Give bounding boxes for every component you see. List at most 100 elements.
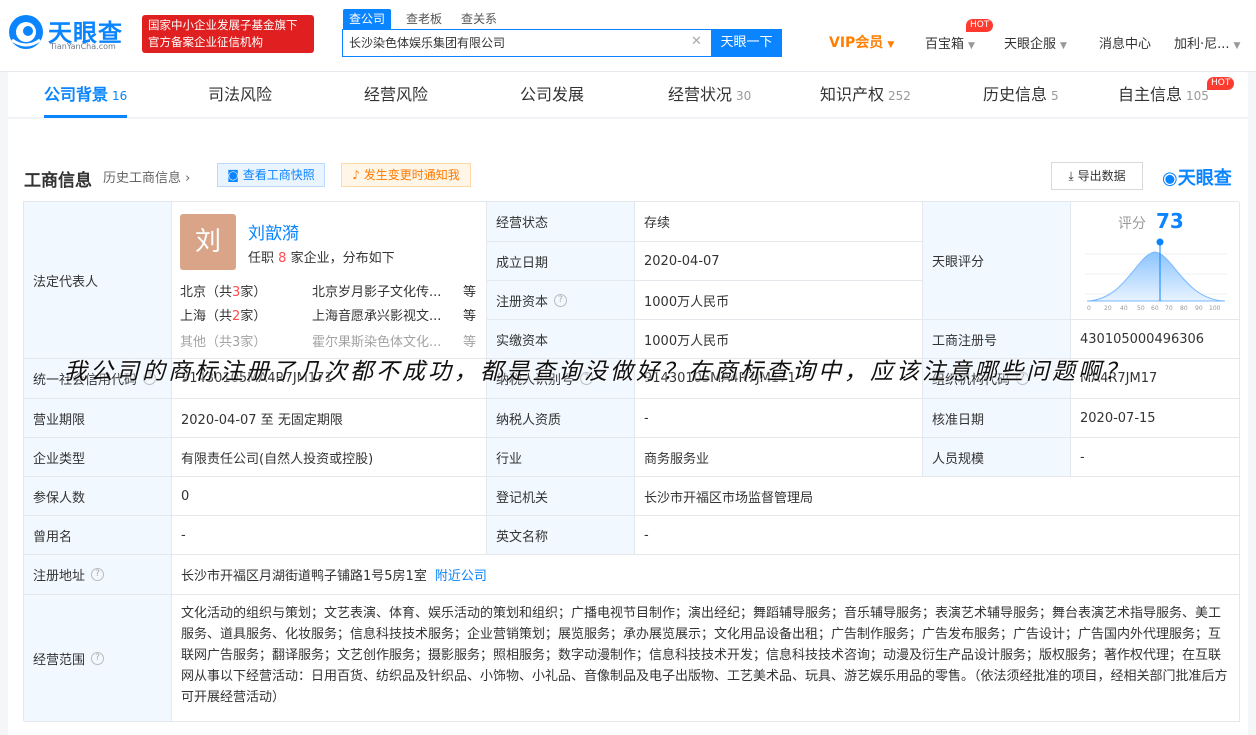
tab-legal-risk[interactable]: 司法风险 [208,72,272,118]
help-icon[interactable]: ? [554,293,568,307]
tianyancha-logo[interactable]: 天眼查 TianYanCha.com [8,12,132,54]
tab-development[interactable]: 公司发展 [520,72,584,118]
chevron-right-icon: › [185,171,191,186]
value-status: 存续 [635,202,923,242]
label-term: 营业期限 [24,399,172,438]
city-beijing[interactable]: 北京（共3家） [180,281,266,300]
score-tick: 80 [1180,305,1188,312]
score-tick: 60 [1151,305,1159,312]
company-tabs: 公司背景 16 司法风险 经营风险 公司发展 经营状况 30 知识产权 252 历史信… [8,72,1248,118]
notify-button[interactable]: ♪ 发生变更时通知我 [341,163,471,187]
search-input[interactable]: 长沙染色体娱乐集团有限公司 [349,30,679,56]
chevron-down-icon: ▼ [1060,41,1067,51]
snapshot-label: 查看工商快照 [242,168,315,182]
label-approve-date: 核准日期 [923,399,1071,438]
city-other[interactable]: 其他（共3家） [180,331,266,350]
tab-count: 5 [1051,89,1059,103]
scope-label-text: 经营范围 [33,652,86,668]
tab-count: 30 [736,89,752,103]
legal-rep-name[interactable]: 刘歆漪 [248,219,299,244]
label-status: 经营状态 [487,202,635,242]
company-link[interactable]: 北京岁月影子文化传... [312,281,441,300]
baibaoxiang-menu[interactable]: 百宝箱 ▼ [925,33,975,52]
label-former-name: 曾用名 [24,516,172,555]
tab-count: 16 [112,89,128,103]
enterprise-label: 天眼企服 [1004,37,1057,52]
value-former-name: - [172,516,487,555]
snapshot-button[interactable]: ◙ 查看工商快照 [217,163,325,187]
city-name: 上海 [180,309,207,324]
label-legal-rep: 法定代表人 [24,202,172,359]
camera-icon: ◙ [227,168,239,182]
eye-logo-icon: ◉ [1162,168,1178,189]
label-authority: 登记机关 [487,477,635,516]
value-founded: 2020-04-07 [635,242,923,281]
tab-ip[interactable]: 知识产权 252 [820,72,911,118]
hot-badge: HOT [966,19,994,32]
history-link[interactable]: 历史工商信息 › [103,167,190,186]
nearby-companies-link[interactable]: 附近公司 [435,565,487,584]
search-tab-boss[interactable]: 查老板 [406,9,442,29]
value-approve-date: 2020-07-15 [1071,399,1240,438]
tab-operation-risk[interactable]: 经营风险 [364,72,428,118]
city-count: 2 [232,309,241,324]
message-center[interactable]: 消息中心 [1099,33,1151,52]
tab-background[interactable]: 公司背景 16 [44,72,128,118]
city-name: 北京 [180,285,207,300]
value-industry: 商务服务业 [635,438,923,477]
tab-count: 252 [888,89,911,103]
label-staff-size: 人员规模 [923,438,1071,477]
tab-history[interactable]: 历史信息 5 [983,72,1059,118]
tab-operation-status[interactable]: 经营状况 30 [668,72,751,118]
vip-label: VIP会员 [829,35,884,51]
city-count: 3 [232,335,241,350]
city-shanghai[interactable]: 上海（共2家） [180,305,266,324]
tab-self-info[interactable]: 自主信息 105 [1118,72,1209,118]
tab-label: 经营风险 [364,85,429,104]
user-menu[interactable]: 加利·尼... ▼ [1174,33,1240,52]
export-button[interactable]: ⤓ 导出数据 [1051,162,1143,190]
enterprise-menu[interactable]: 天眼企服 ▼ [1004,33,1067,52]
more-suffix: 等 [463,335,477,350]
score-ticks: 0 20 40 50 60 70 80 90 100 [1087,305,1221,312]
logo-domain: TianYanCha.com [50,42,116,51]
company-link[interactable]: 霍尔果斯染色体文化... [312,331,441,350]
tab-count: 105 [1186,89,1209,103]
search-tab-relation[interactable]: 查关系 [461,9,497,29]
value-taxpayer: - [635,399,923,438]
label-scope: 经营范围? [24,595,172,722]
score-tick: 90 [1195,305,1203,312]
capital-label-text: 注册资本 [496,294,549,310]
more-suffix: 等 [463,285,477,300]
label-industry: 行业 [487,438,635,477]
help-icon[interactable]: ? [91,568,105,581]
help-icon[interactable]: ? [91,651,105,665]
top-header: 天眼查 TianYanCha.com 国家中小企业发展子基金旗下 官方备案企业征… [0,0,1256,72]
history-label: 历史工商信息 [103,171,182,186]
label-insured: 参保人数 [24,477,172,516]
export-label: 导出数据 [1077,169,1126,183]
banner-line1: 国家中小企业发展子基金旗下 [148,18,298,32]
avatar[interactable]: 刘 [180,214,236,270]
handwritten-caption: 我公司的商标注册了几次都不成功，都是查询没做好？在商标查询中，应该注意哪些问题啊… [64,359,1130,385]
search-tab-company[interactable]: 查公司 [343,9,392,29]
banner-line2: 官方备案企业征信机构 [148,35,263,49]
baibaoxiang-label: 百宝箱 [925,37,965,52]
business-info-table: 法定代表人 经营状态 存续 成立日期 2020-04-07 注册资本? 1000… [23,201,1240,722]
label-taxpayer: 纳税人资质 [487,399,635,438]
label-address: 注册地址? [24,555,172,595]
label-company-type: 企业类型 [24,438,172,477]
hot-badge: HOT [1207,77,1235,90]
score-tick: 70 [1165,305,1173,312]
official-banner[interactable]: 国家中小企业发展子基金旗下 官方备案企业征信机构 [142,15,314,53]
score-marker-dot [1156,238,1164,246]
vip-menu[interactable]: VIP会员 ▼ [829,32,894,52]
search-button[interactable]: 天眼一下 [711,29,782,57]
score-distribution-chart: 0 20 40 50 60 70 80 90 100 [1085,238,1227,312]
bell-icon: ♪ [352,168,360,182]
company-link[interactable]: 上海音愿承兴影视文... [312,305,441,324]
value-address: 长沙市开福区月湖街道鸭子铺路1号5房1室 [181,569,427,584]
clear-icon[interactable]: ✕ [691,34,702,49]
tab-label: 公司背景 [44,85,109,104]
download-icon: ⤓ [1068,169,1074,183]
